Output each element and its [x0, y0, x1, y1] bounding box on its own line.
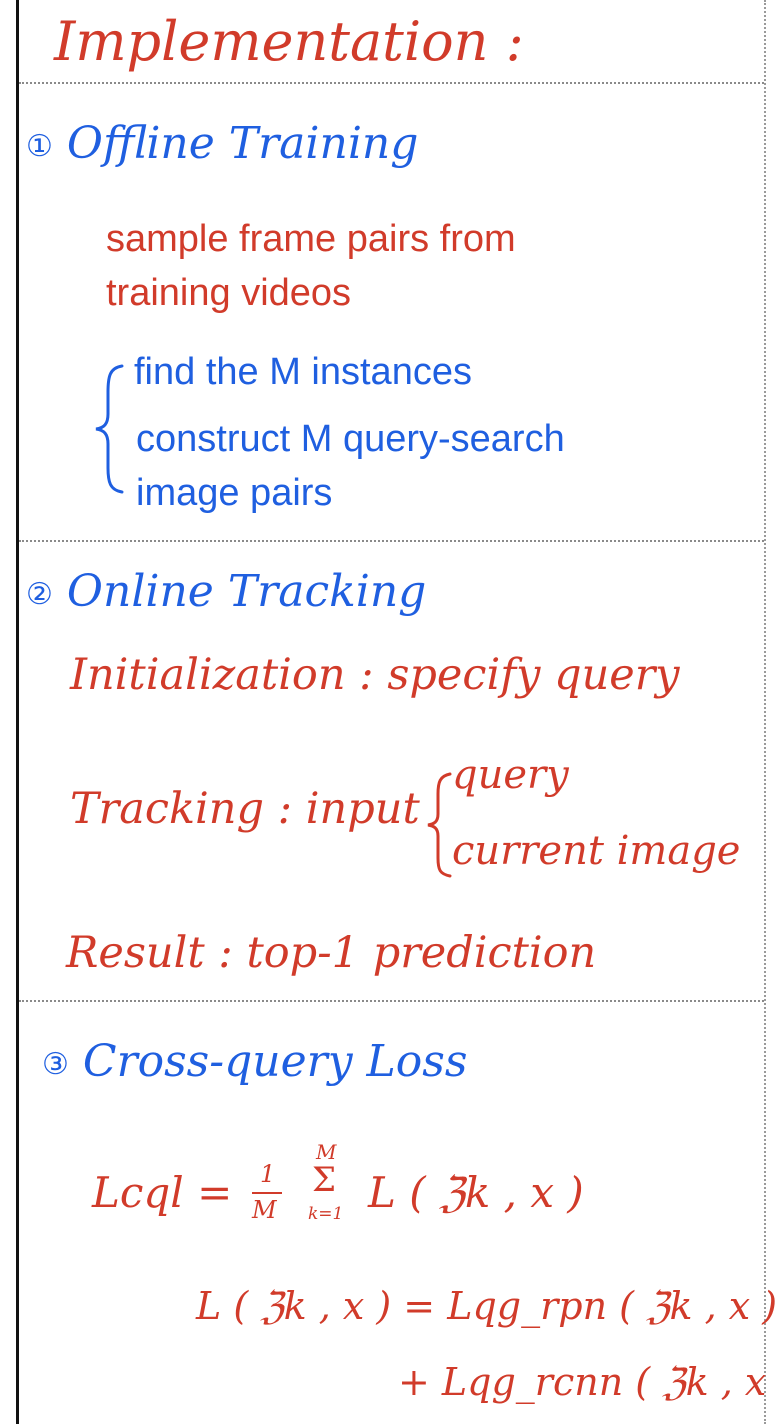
tracking-input-query: query: [452, 752, 569, 798]
divider-section-2: [19, 1000, 764, 1002]
section-heading-loss: ③ Cross-query Loss: [42, 1036, 467, 1087]
fraction-numerator: 1: [260, 1160, 276, 1188]
equation-2: L ( ℨk , x ) = Lqg_rpn ( ℨk , x ): [196, 1284, 776, 1328]
section-title-loss: Cross-query Loss: [82, 1036, 468, 1087]
tracking-input-current-image: current image: [452, 828, 741, 874]
offline-step-2b: image pairs: [136, 472, 333, 514]
equation-3: + Lqg_rcnn ( ℨk , x ): [398, 1360, 776, 1404]
section-number-1: ①: [26, 129, 53, 164]
fraction-bar: [252, 1192, 282, 1194]
section-number-3: ③: [42, 1047, 69, 1082]
sum-symbol: Σ: [312, 1160, 337, 1200]
page-left-border: [16, 0, 19, 1424]
page-right-border: [764, 0, 766, 1424]
section-title-online: Online Tracking: [66, 566, 427, 617]
section-title-offline: Offline Training: [66, 118, 419, 169]
curly-brace-icon: [95, 364, 124, 494]
online-tracking-label: Tracking : input: [70, 784, 420, 834]
equation-1-lhs: Lcql =: [92, 1168, 233, 1217]
curly-brace-icon: [427, 772, 452, 878]
section-heading-offline: ① Offline Training: [26, 118, 418, 169]
online-initialization: Initialization : specify query: [70, 650, 680, 700]
offline-step-2a: construct M query-search: [136, 418, 565, 460]
section-heading-online: ② Online Tracking: [26, 566, 426, 617]
offline-line-2: training videos: [106, 272, 352, 314]
offline-line-1: sample frame pairs from: [106, 218, 516, 260]
sum-lower-limit: k=1: [308, 1204, 344, 1224]
divider-section-1: [19, 540, 764, 542]
divider-title: [19, 82, 764, 84]
offline-step-1: find the M instances: [134, 351, 472, 393]
online-result: Result : top-1 prediction: [66, 928, 597, 978]
fraction-denominator: M: [252, 1196, 277, 1224]
note-page: Implementation : ① Offline Training sampl…: [0, 0, 776, 1424]
section-number-2: ②: [26, 577, 53, 612]
equation-1-rhs: L ( ℨk , x ): [368, 1168, 584, 1217]
page-title: Implementation :: [54, 10, 524, 73]
